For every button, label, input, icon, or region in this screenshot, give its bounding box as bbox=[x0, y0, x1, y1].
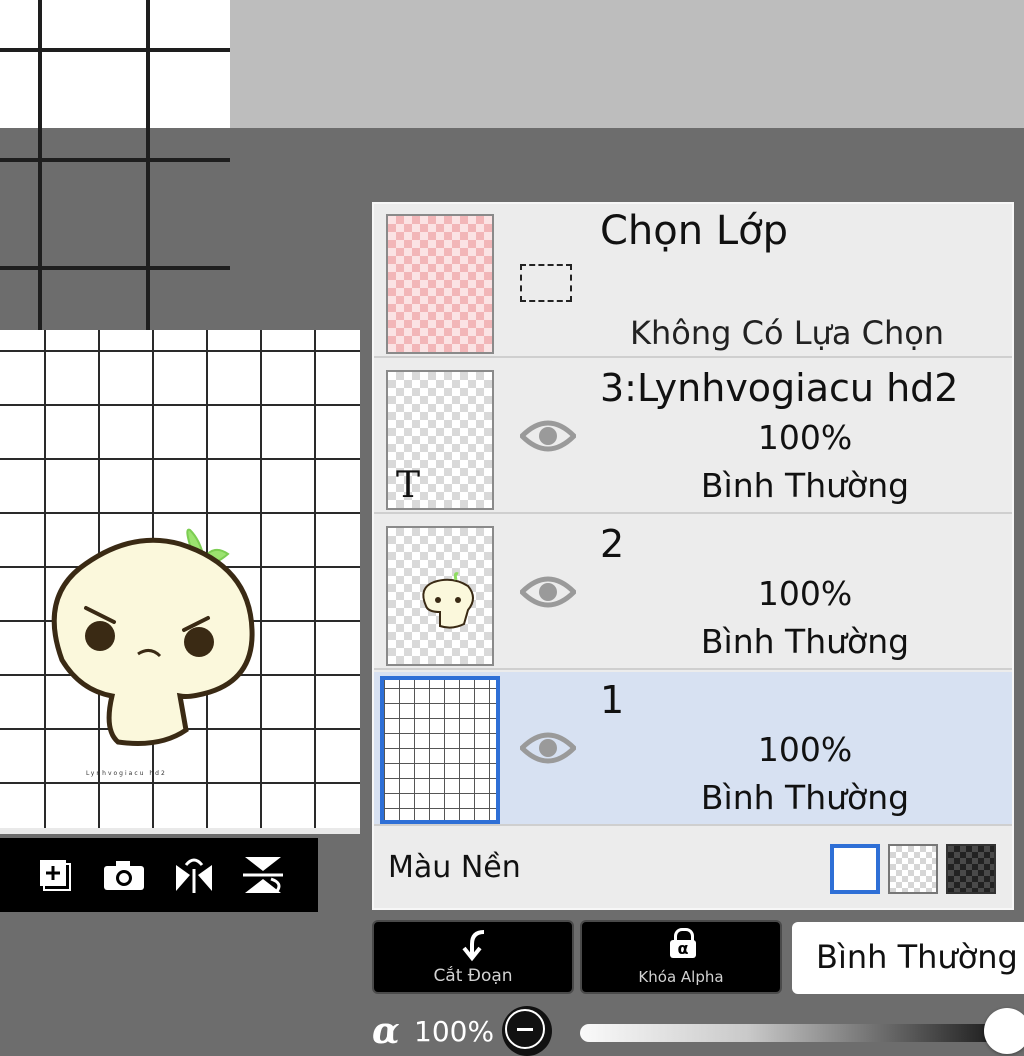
grid-line bbox=[0, 266, 230, 270]
alpha-lock-label: Khóa Alpha bbox=[638, 968, 724, 986]
blend-mode-select[interactable]: Bình Thường bbox=[792, 922, 1024, 994]
layer-name: 1 bbox=[600, 678, 625, 722]
alpha-slider-thumb[interactable] bbox=[984, 1008, 1024, 1054]
add-layer-button[interactable] bbox=[31, 851, 79, 899]
canvas-watermark: Lynhvogiacu hd2 bbox=[86, 770, 167, 777]
clipping-label: Cắt Đoạn bbox=[433, 966, 513, 986]
layer-row[interactable]: 2 100% Bình Thường bbox=[374, 516, 1012, 670]
background-dark-swatch[interactable] bbox=[946, 844, 996, 894]
clipping-arrow-icon bbox=[462, 930, 485, 962]
layer-row-selected[interactable]: 1 100% Bình Thường bbox=[374, 672, 1012, 826]
selection-status: Không Có Lựa Chọn bbox=[630, 314, 945, 352]
alpha-slider-track[interactable] bbox=[580, 1024, 1000, 1042]
layer-panel: Chọn Lớp Không Có Lựa Chọn T 3:Lynhvogia… bbox=[372, 202, 1014, 910]
background-color-row: Màu Nền bbox=[374, 832, 1012, 908]
layer-thumbnail: T bbox=[386, 370, 494, 510]
layer-blend-mode: Bình Thường bbox=[700, 466, 910, 505]
alpha-decrease-button[interactable] bbox=[502, 1006, 552, 1056]
alpha-lock-button[interactable]: α Khóa Alpha bbox=[580, 920, 782, 994]
workspace-canvas-edge bbox=[0, 0, 230, 128]
background-color-label: Màu Nền bbox=[388, 850, 521, 885]
alpha-symbol: α bbox=[372, 1010, 400, 1052]
background-white-swatch[interactable] bbox=[830, 844, 880, 894]
clipping-button[interactable]: Cắt Đoạn bbox=[372, 920, 574, 994]
layer-opacity: 100% bbox=[757, 574, 853, 613]
workspace-top-area bbox=[230, 0, 1024, 128]
flip-horizontal-button[interactable] bbox=[170, 851, 218, 899]
background-transparent-swatch[interactable] bbox=[888, 844, 938, 894]
grid-line bbox=[0, 158, 230, 162]
camera-icon bbox=[104, 861, 145, 890]
layer-toolbar bbox=[0, 838, 318, 912]
mushroom-character bbox=[51, 528, 255, 746]
add-layer-icon bbox=[39, 860, 71, 891]
text-layer-icon: T bbox=[396, 465, 421, 506]
layer-blend-mode: Bình Thường bbox=[700, 778, 910, 817]
canvas-preview[interactable]: Lynhvogiacu hd2 bbox=[0, 330, 360, 828]
alpha-value: 100% bbox=[414, 1015, 495, 1048]
visibility-eye-icon[interactable] bbox=[520, 728, 576, 768]
layer-blend-mode: Bình Thường bbox=[700, 622, 910, 661]
selection-layer-thumbnail bbox=[386, 214, 494, 354]
flip-vertical-icon bbox=[243, 857, 284, 893]
layer-opacity: 100% bbox=[757, 418, 853, 457]
minus-icon bbox=[505, 1009, 545, 1049]
layer-thumbnail bbox=[386, 526, 494, 666]
selection-layer-row[interactable]: Chọn Lớp Không Có Lựa Chọn bbox=[374, 204, 1012, 358]
canvas-footer bbox=[0, 828, 360, 834]
layer-name: 3:Lynhvogiacu hd2 bbox=[600, 366, 959, 410]
visibility-eye-icon[interactable] bbox=[520, 416, 576, 456]
flip-vertical-button[interactable] bbox=[239, 851, 287, 899]
camera-button[interactable] bbox=[100, 851, 148, 899]
visibility-eye-icon[interactable] bbox=[520, 572, 576, 612]
flip-horizontal-icon bbox=[175, 858, 212, 893]
mushroom-thumbnail-icon bbox=[422, 572, 474, 629]
lock-icon: α bbox=[668, 928, 698, 958]
layer-opacity: 100% bbox=[757, 730, 853, 769]
layer-name: 2 bbox=[600, 522, 625, 566]
selection-marquee-icon bbox=[520, 264, 572, 302]
layer-thumbnail bbox=[380, 676, 500, 824]
selection-layer-title: Chọn Lớp bbox=[600, 208, 788, 254]
grid-line bbox=[0, 48, 230, 52]
layer-row[interactable]: T 3:Lynhvogiacu hd2 100% Bình Thường bbox=[374, 360, 1012, 514]
